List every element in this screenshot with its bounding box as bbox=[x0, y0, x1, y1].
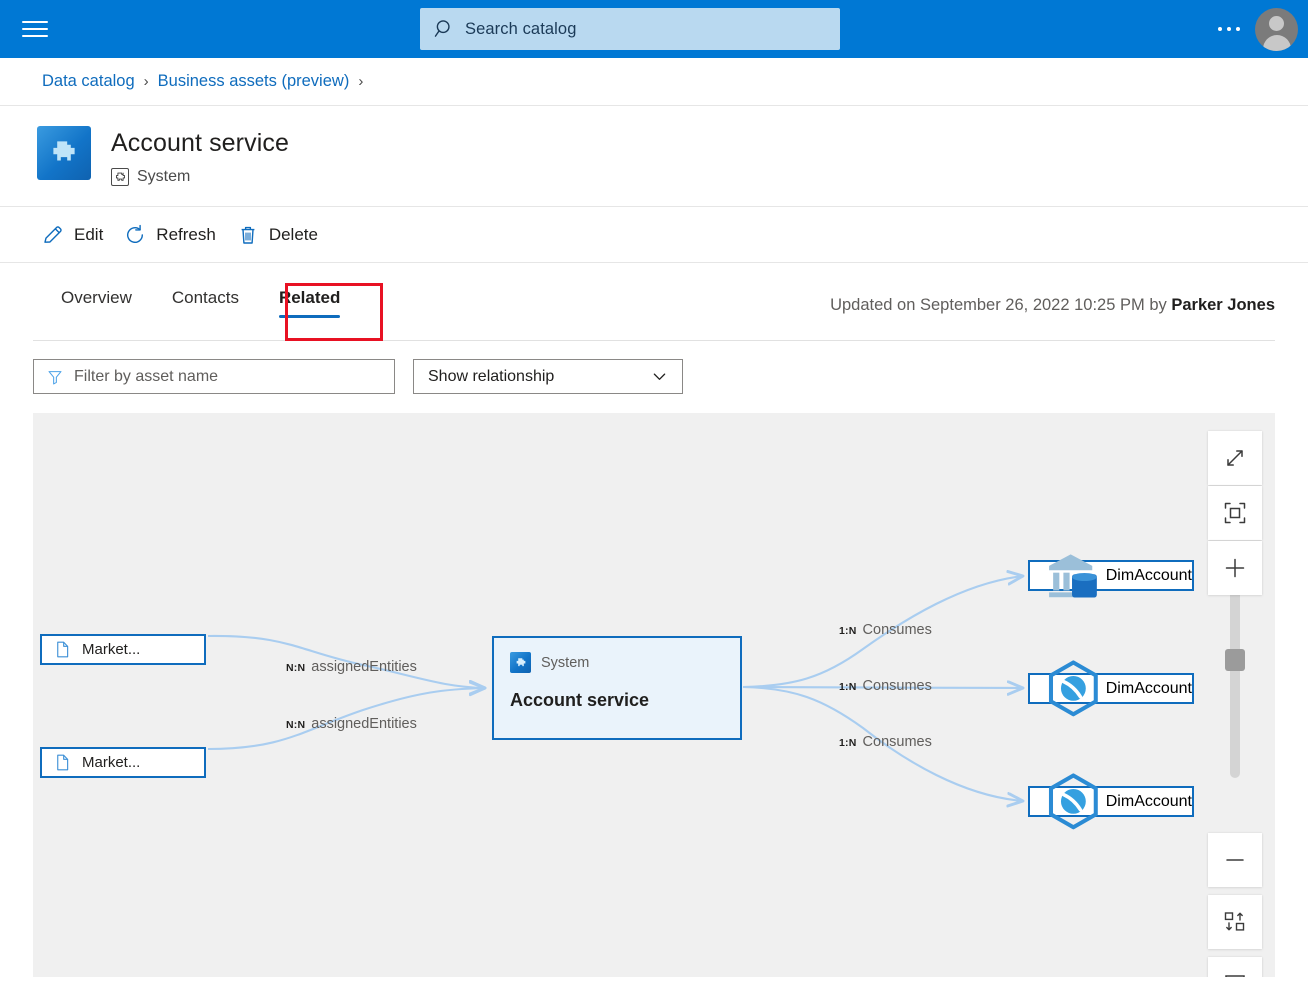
tab-related-label: Related bbox=[278, 288, 341, 307]
edge-cardinality: N:N bbox=[286, 662, 306, 674]
top-navigation-bar: Search catalog bbox=[0, 0, 1308, 58]
tab-overview-label: Overview bbox=[61, 288, 132, 307]
tab-divider bbox=[33, 340, 1275, 341]
edit-label: Edit bbox=[74, 225, 104, 244]
sql-warehouse-icon bbox=[1049, 554, 1097, 598]
search-placeholder-text: Search catalog bbox=[465, 19, 577, 38]
graph-node-label: DimAccount bbox=[1105, 792, 1192, 810]
updated-prefix: Updated on bbox=[830, 296, 920, 314]
tab-contacts-label: Contacts bbox=[171, 288, 239, 307]
updated-timestamp: September 26, 2022 10:25 PM bbox=[920, 296, 1145, 314]
graph-node-label: DimAccount bbox=[1105, 566, 1192, 584]
edge-cardinality: 1:N bbox=[839, 737, 857, 749]
trash-icon bbox=[241, 226, 255, 244]
document-asset-icon bbox=[57, 641, 69, 658]
search-icon bbox=[434, 20, 450, 37]
graph-node-label: DimAccount bbox=[1105, 679, 1192, 697]
edge-cardinality: 1:N bbox=[839, 625, 857, 637]
updated-by: by bbox=[1144, 296, 1172, 314]
delete-button[interactable]: Delete bbox=[232, 216, 330, 254]
fit-to-screen-button[interactable] bbox=[1208, 486, 1262, 540]
funnel-icon bbox=[48, 370, 62, 384]
swap-layout-button[interactable] bbox=[1208, 895, 1262, 949]
edge-label-assigned-entities-1: N:N assignedEntities bbox=[286, 659, 417, 675]
global-search-box[interactable]: Search catalog bbox=[420, 8, 840, 50]
edge-name: Consumes bbox=[862, 622, 932, 638]
edit-button[interactable]: Edit bbox=[37, 216, 115, 254]
breadcrumb-separator: › bbox=[143, 73, 149, 90]
minimap-button[interactable] bbox=[1208, 957, 1262, 977]
relationship-select-value: Show relationship bbox=[428, 367, 555, 385]
fit-to-screen-icon bbox=[1224, 502, 1246, 524]
updated-info: Updated on September 26, 2022 10:25 PM b… bbox=[830, 296, 1275, 315]
page-title: Account service bbox=[111, 129, 289, 157]
document-asset-icon bbox=[57, 754, 69, 771]
edge-label-consumes-2: 1:N Consumes bbox=[839, 678, 932, 694]
graph-toolbar bbox=[1208, 431, 1262, 977]
system-asset-icon bbox=[37, 126, 91, 180]
edge-name: assignedEntities bbox=[311, 716, 417, 732]
graph-node-label: Market... bbox=[82, 641, 141, 658]
zoom-slider-handle[interactable] bbox=[1225, 649, 1245, 671]
filter-row: Filter by asset name Show relationship bbox=[33, 359, 683, 394]
chevron-down-icon bbox=[653, 373, 666, 380]
breadcrumb-separator: › bbox=[358, 73, 364, 90]
edge-label-consumes-3: 1:N Consumes bbox=[839, 734, 932, 750]
zoom-in-button[interactable] bbox=[1208, 541, 1262, 595]
purview-asset-page: Search catalog Data catalog › Business a… bbox=[0, 0, 1308, 997]
relationship-select[interactable]: Show relationship bbox=[413, 359, 683, 394]
user-avatar-icon[interactable] bbox=[1255, 8, 1298, 51]
graph-node-market-1[interactable]: Market... bbox=[40, 634, 206, 665]
asset-name-filter-input[interactable]: Filter by asset name bbox=[33, 359, 395, 394]
graph-node-type-row: System bbox=[510, 652, 589, 673]
tab-related[interactable]: Related bbox=[259, 280, 360, 322]
asset-header: Account service System bbox=[0, 107, 1308, 207]
minimap-icon bbox=[1225, 975, 1245, 977]
refresh-icon bbox=[127, 224, 144, 244]
system-asset-icon bbox=[510, 652, 531, 673]
edge-label-consumes-1: 1:N Consumes bbox=[839, 622, 932, 638]
refresh-button[interactable]: Refresh bbox=[119, 216, 228, 254]
ellipsis-icon[interactable] bbox=[1212, 20, 1246, 38]
swap-layout-icon bbox=[1224, 912, 1245, 931]
asset-type-label: System bbox=[137, 168, 191, 185]
graph-node-market-2[interactable]: Market... bbox=[40, 747, 206, 778]
edge-name: Consumes bbox=[862, 734, 932, 750]
graph-node-type-label: System bbox=[541, 654, 590, 671]
edge-name: assignedEntities bbox=[311, 659, 417, 675]
edge-label-assigned-entities-2: N:N assignedEntities bbox=[286, 716, 417, 732]
edge-cardinality: 1:N bbox=[839, 681, 857, 693]
graph-node-dimaccount-2[interactable]: DimAccount bbox=[1028, 660, 1194, 717]
azure-datalake-icon bbox=[1048, 773, 1098, 830]
graph-node-account-service[interactable]: System Account service bbox=[492, 636, 742, 740]
asset-name-filter-placeholder: Filter by asset name bbox=[74, 367, 219, 385]
edge-name: Consumes bbox=[862, 678, 932, 694]
breadcrumb-item-data-catalog[interactable]: Data catalog bbox=[42, 72, 135, 91]
graph-node-label: Market... bbox=[82, 754, 141, 771]
breadcrumb-item-business-assets[interactable]: Business assets (preview) bbox=[158, 72, 350, 91]
zoom-in-icon bbox=[1225, 558, 1245, 578]
tab-contacts[interactable]: Contacts bbox=[152, 280, 259, 322]
graph-node-dimaccount-3[interactable]: DimAccount bbox=[1028, 773, 1194, 830]
asset-type-row: System bbox=[111, 168, 190, 186]
graph-node-dimaccount-1[interactable]: DimAccount bbox=[1028, 554, 1194, 598]
hamburger-menu-icon[interactable] bbox=[22, 19, 48, 39]
delete-label: Delete bbox=[268, 225, 318, 244]
breadcrumb: Data catalog › Business assets (preview)… bbox=[0, 58, 1308, 106]
expand-diagonal-icon bbox=[1227, 450, 1243, 466]
relationship-graph-canvas[interactable]: Market... Market... System Account servi… bbox=[33, 413, 1275, 977]
pencil-icon bbox=[44, 226, 62, 243]
azure-datalake-icon bbox=[1048, 660, 1098, 717]
updated-user: Parker Jones bbox=[1171, 296, 1275, 314]
graph-node-name: Account service bbox=[510, 690, 650, 710]
command-bar: Edit Refresh Delete bbox=[0, 208, 1308, 263]
system-type-icon bbox=[111, 168, 129, 186]
refresh-label: Refresh bbox=[156, 225, 216, 244]
tab-overview[interactable]: Overview bbox=[41, 280, 152, 322]
expand-diagonal-button[interactable] bbox=[1208, 431, 1262, 485]
zoom-out-button[interactable] bbox=[1208, 833, 1262, 887]
edge-cardinality: N:N bbox=[286, 719, 306, 731]
zoom-out-icon bbox=[1226, 859, 1244, 861]
